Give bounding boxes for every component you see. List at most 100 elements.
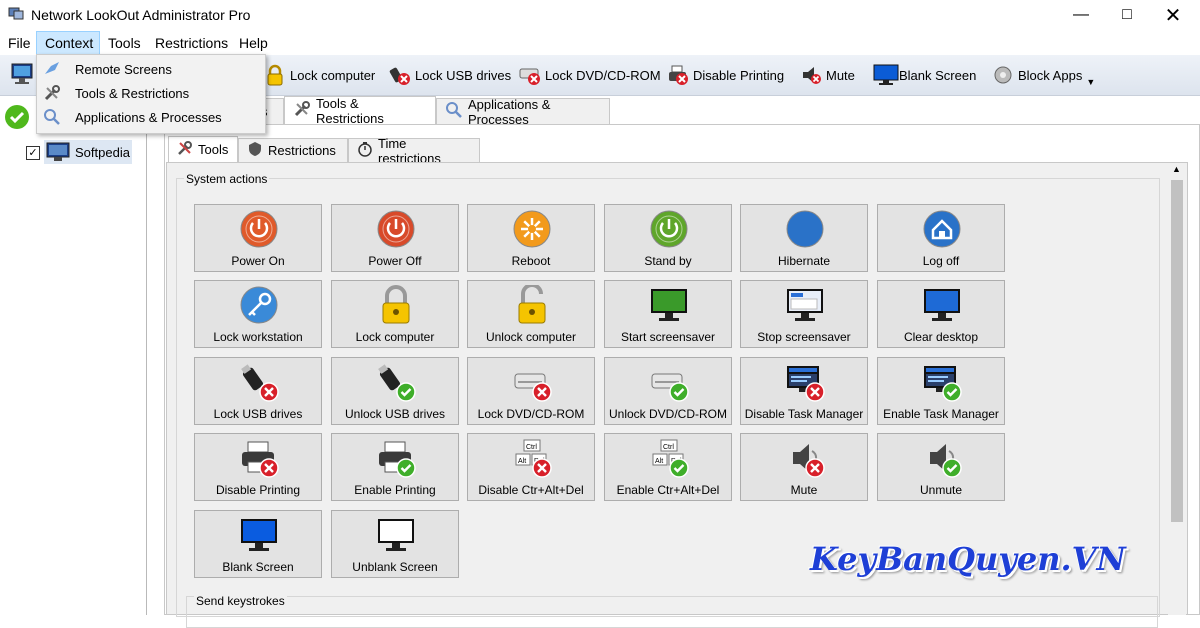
- action-button-label: Mute: [790, 483, 818, 497]
- menu-restrictions[interactable]: Restrictions: [155, 35, 228, 51]
- action-button-label: Reboot: [511, 254, 551, 268]
- menu-tools[interactable]: Tools: [108, 35, 141, 51]
- dvd-lock-icon: [512, 362, 552, 402]
- tab-restrictions[interactable]: Restrictions: [238, 138, 348, 162]
- title-bar: Network LookOut Administrator Pro — □ ✕: [0, 0, 1200, 30]
- printer-disable-icon: [667, 64, 689, 86]
- tab-label: Time restrictions: [378, 135, 441, 166]
- action-button-enable-ctr-alt-del[interactable]: CtrlAltDel Enable Ctr+Alt+Del: [604, 433, 732, 501]
- tab-tools-restrictions[interactable]: Tools & Restrictions: [284, 95, 436, 126]
- standby-icon: [649, 209, 689, 249]
- monitor-unblank-icon: [376, 515, 416, 555]
- scrollbar-thumb[interactable]: [1171, 180, 1183, 522]
- toolbar-blank-screen[interactable]: Blank Screen: [873, 63, 976, 87]
- action-button-blank-screen[interactable]: Blank Screen: [194, 510, 322, 578]
- tools-icon: [43, 84, 61, 102]
- action-button-unblank-screen[interactable]: Unblank Screen: [331, 510, 459, 578]
- power-on-icon: [239, 209, 279, 249]
- keys-disable-icon: CtrlAltDel: [512, 438, 552, 478]
- action-button-label: Unmute: [919, 483, 963, 497]
- toolbar-lock-computer[interactable]: Lock computer: [264, 63, 375, 87]
- taskmgr-disable-icon: [785, 362, 825, 402]
- action-button-lock-workstation[interactable]: Lock workstation: [194, 280, 322, 348]
- menu-help[interactable]: Help: [239, 35, 268, 51]
- action-button-disable-printing[interactable]: Disable Printing: [194, 433, 322, 501]
- action-button-reboot[interactable]: Reboot: [467, 204, 595, 272]
- remote-screens-icon[interactable]: [10, 62, 36, 86]
- action-button-enable-task-manager[interactable]: Enable Task Manager: [877, 357, 1005, 425]
- action-button-unmute[interactable]: Unmute: [877, 433, 1005, 501]
- padlock-icon: [264, 64, 286, 86]
- toolbar-disable-printing[interactable]: Disable Printing: [667, 63, 784, 87]
- tab-tools[interactable]: Tools: [168, 136, 238, 162]
- action-button-label: Unblank Screen: [352, 560, 438, 574]
- toolbar-lock-usb[interactable]: Lock USB drives: [389, 63, 511, 87]
- tree-checkbox[interactable]: ✓: [26, 146, 40, 160]
- applications-icon: [43, 108, 61, 126]
- scroll-up-icon[interactable]: ▲: [1172, 164, 1181, 174]
- action-button-start-screensaver[interactable]: Start screensaver: [604, 280, 732, 348]
- action-button-disable-ctr-alt-del[interactable]: CtrlAltDel Disable Ctr+Alt+Del: [467, 433, 595, 501]
- action-button-label: Power Off: [368, 254, 422, 268]
- usb-lock-icon: [239, 362, 279, 402]
- action-button-lock-computer[interactable]: Lock computer: [331, 280, 459, 348]
- action-button-unlock-usb-drives[interactable]: Unlock USB drives: [331, 357, 459, 425]
- action-button-mute[interactable]: Mute: [740, 433, 868, 501]
- monitor-blank-icon: [239, 515, 279, 555]
- action-button-unlock-computer[interactable]: Unlock computer: [467, 280, 595, 348]
- context-menu-item-remote-screens[interactable]: Remote Screens: [75, 62, 172, 77]
- remote-screens-icon: [43, 60, 61, 78]
- status-ok-icon[interactable]: [4, 104, 30, 130]
- logoff-icon: [922, 209, 962, 249]
- close-button[interactable]: ✕: [1150, 0, 1196, 30]
- toolbar-mute[interactable]: Mute: [800, 63, 855, 87]
- toolbar-lock-dvd[interactable]: Lock DVD/CD-ROM: [519, 63, 661, 87]
- printer-enable-icon: [376, 438, 416, 478]
- action-button-disable-task-manager[interactable]: Disable Task Manager: [740, 357, 868, 425]
- dropdown-arrow-icon[interactable]: ▼: [1086, 77, 1095, 87]
- action-button-log-off[interactable]: Log off: [877, 204, 1005, 272]
- context-menu-item-applications[interactable]: Applications & Processes: [75, 110, 222, 125]
- menu-context[interactable]: Context: [45, 35, 93, 51]
- monitor-icon: [873, 64, 899, 86]
- dvd-unlock-icon: [649, 362, 689, 402]
- tab-label: Tools & Restrictions: [316, 95, 384, 126]
- computer-icon: [46, 142, 70, 162]
- action-button-label: Enable Printing: [354, 483, 436, 497]
- svg-text:Ctrl: Ctrl: [526, 444, 537, 451]
- screensaver-stop-icon: [785, 285, 825, 325]
- action-button-label: Lock DVD/CD-ROM: [477, 407, 585, 421]
- action-button-power-on[interactable]: Power On: [194, 204, 322, 272]
- toolbar-label: Mute: [826, 67, 855, 83]
- action-button-stop-screensaver[interactable]: Stop screensaver: [740, 280, 868, 348]
- action-button-stand-by[interactable]: Stand by: [604, 204, 732, 272]
- toolbar-label: Lock DVD/CD-ROM: [545, 67, 661, 83]
- action-button-enable-printing[interactable]: Enable Printing: [331, 433, 459, 501]
- tab-applications-processes[interactable]: Applications & Processes: [436, 97, 610, 127]
- toolbar-label: Lock USB drives: [415, 67, 512, 83]
- action-button-label: Clear desktop: [903, 330, 979, 344]
- action-button-power-off[interactable]: Power Off: [331, 204, 459, 272]
- tree-item-label: Softpedia: [75, 145, 130, 160]
- action-button-label: Hibernate: [777, 254, 831, 268]
- maximize-button[interactable]: □: [1104, 0, 1150, 30]
- toolbar-block-apps[interactable]: Block Apps ▼: [992, 63, 1095, 87]
- tab-time-restrictions[interactable]: Time restrictions: [348, 136, 480, 166]
- minimize-button[interactable]: —: [1058, 0, 1104, 30]
- svg-text:Alt: Alt: [655, 458, 663, 465]
- context-menu-item-tools[interactable]: Tools & Restrictions: [75, 86, 189, 101]
- tree-item-computer[interactable]: Softpedia: [44, 140, 132, 164]
- power-off-icon: [376, 209, 416, 249]
- mute-icon: [800, 64, 822, 86]
- svg-text:Alt: Alt: [518, 458, 526, 465]
- screensaver-start-icon: [649, 285, 689, 325]
- action-button-clear-desktop[interactable]: Clear desktop: [877, 280, 1005, 348]
- action-button-lock-usb-drives[interactable]: Lock USB drives: [194, 357, 322, 425]
- menu-file[interactable]: File: [8, 35, 31, 51]
- action-button-unlock-dvd-cd-rom[interactable]: Unlock DVD/CD-ROM: [604, 357, 732, 425]
- action-button-lock-dvd-cd-rom[interactable]: Lock DVD/CD-ROM: [467, 357, 595, 425]
- action-button-label: Enable Ctr+Alt+Del: [616, 483, 720, 497]
- action-button-hibernate[interactable]: Hibernate: [740, 204, 868, 272]
- usb-unlock-icon: [376, 362, 416, 402]
- app-icon: [8, 7, 24, 21]
